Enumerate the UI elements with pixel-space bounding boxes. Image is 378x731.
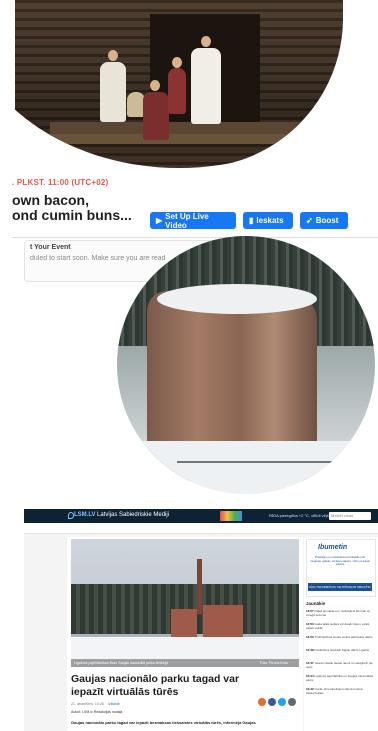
ad-text: Pretsāpju un pretiekaisuma līdzeklis pre…	[310, 555, 370, 566]
set-up-live-video-label: Set Up Live Video	[165, 211, 209, 230]
event-title: own bacon, ond cumin buns...	[12, 192, 132, 223]
site-logo[interactable]: LSM.LV	[74, 512, 96, 518]
video-camera-icon: ▶	[156, 216, 163, 225]
insights-label: Ieskats	[256, 216, 284, 225]
share-link-icon[interactable]	[288, 698, 296, 706]
article-date: 21. decembris, 10:28	[71, 702, 104, 706]
photo-credit: Foto: Pexels fhoto	[260, 661, 289, 665]
navigation-bar	[24, 523, 378, 534]
event-status-title: t Your Event	[30, 244, 71, 251]
insights-button[interactable]: ▮ Ieskats	[243, 212, 293, 229]
event-time: . PLKST. 11:00 (UTC+02)	[12, 178, 109, 187]
porch-step-lower	[35, 134, 315, 144]
news-text: Covid-19 ierobežojumi dienā turpina saša…	[306, 687, 363, 695]
share-email-icon[interactable]	[258, 698, 266, 706]
news-time: 13:50	[306, 635, 314, 639]
article-lead: Gaujas nacionālo parku tagad var iepazīt…	[71, 720, 256, 725]
search-input[interactable]: Meklēt ziņas	[329, 512, 371, 520]
news-text: Noslēdzies festivāls Sajūtu dārzs Līgatn…	[314, 648, 370, 652]
news-item[interactable]: 13:57 Daļēji apmācies un noskrējieni būs…	[306, 609, 374, 618]
person-head	[150, 80, 160, 91]
news-feed-title: Jaunākie	[306, 601, 326, 606]
news-text: Līgatnes papīrfabrika un Gaujas nacionāl…	[306, 674, 374, 682]
article-headline: Gaujas nacionālo parku tagad var iepazīt…	[71, 673, 240, 698]
person-figure	[168, 68, 186, 114]
factory-chimney	[197, 559, 202, 614]
boost-button[interactable]: ➹ Boost	[300, 212, 348, 229]
bar-chart-icon: ▮	[249, 216, 254, 225]
photo-caption: Līgatnes papīrfabrikas ēkas Gaujas nacio…	[74, 661, 169, 665]
person-head	[172, 57, 182, 68]
person-head	[201, 36, 211, 47]
news-text: Tirdzniecības vietas centrā pārtraukts d…	[314, 635, 373, 639]
fence-rail	[177, 461, 375, 463]
person-figure	[100, 62, 126, 122]
share-twitter-icon[interactable]	[278, 698, 286, 706]
person-figure	[191, 48, 221, 124]
news-text: Daļēji apmācies un noskrējieni būs lieli…	[306, 609, 371, 617]
news-item[interactable]: 13:50 Tirdzniecības vietas centrā pārtra…	[306, 635, 374, 640]
article-author: Autori: LSM.lv Redakcijas nodaļa	[71, 710, 123, 714]
factory-building	[171, 609, 197, 639]
news-time: 13:48	[306, 648, 314, 652]
article-hero-photo	[71, 539, 299, 667]
news-item[interactable]: 13:48 Noslēdzies festivāls Sajūtu dārzs …	[306, 648, 374, 653]
boost-label: Boost	[315, 216, 339, 225]
news-text: Gada laikā nedara vēl daudz dienu valsts…	[306, 622, 370, 630]
person-figure	[143, 92, 169, 140]
factory-building	[203, 605, 243, 639]
set-up-live-video-button[interactable]: ▶ Set Up Live Video	[150, 211, 236, 230]
snowy-ground	[117, 441, 375, 494]
news-item[interactable]: 13:44 Līgatnes papīrfabrika un Gaujas na…	[306, 674, 374, 683]
lsm-webpage: LSM.LV Latvijas Sabiedriskie Mediji RĪGA…	[24, 509, 378, 731]
porch-step	[50, 122, 310, 134]
news-item[interactable]: 13:53 Gada laikā nedara vēl daudz dienu …	[306, 622, 374, 631]
site-name[interactable]: Latvijas Sabiedriskie Mediji	[97, 512, 169, 518]
news-item[interactable]: 13:47 Jauna izstāde tautas nams un saulg…	[306, 661, 374, 670]
video-thumbnail-photo	[15, 0, 343, 168]
snow-cap	[157, 284, 317, 314]
person-head	[108, 50, 118, 61]
ad-notice: ZĀLU INFORMĀCIJU LIETOŠANA IR OBLIGĀTA S…	[308, 583, 372, 597]
news-text: Jauna izstāde tautas nams un saulgrieži …	[306, 661, 373, 669]
article-category-link[interactable]: Izklaide	[108, 702, 120, 706]
rocket-icon: ➹	[306, 216, 313, 225]
news-item[interactable]: 13:42 Covid-19 ierobežojumi dienā turpin…	[306, 687, 374, 696]
sandstone-cliff-photo	[117, 236, 375, 494]
share-facebook-icon[interactable]	[268, 698, 276, 706]
promo-badge[interactable]	[220, 511, 242, 521]
ad-logo: Ibumetin	[318, 544, 348, 551]
